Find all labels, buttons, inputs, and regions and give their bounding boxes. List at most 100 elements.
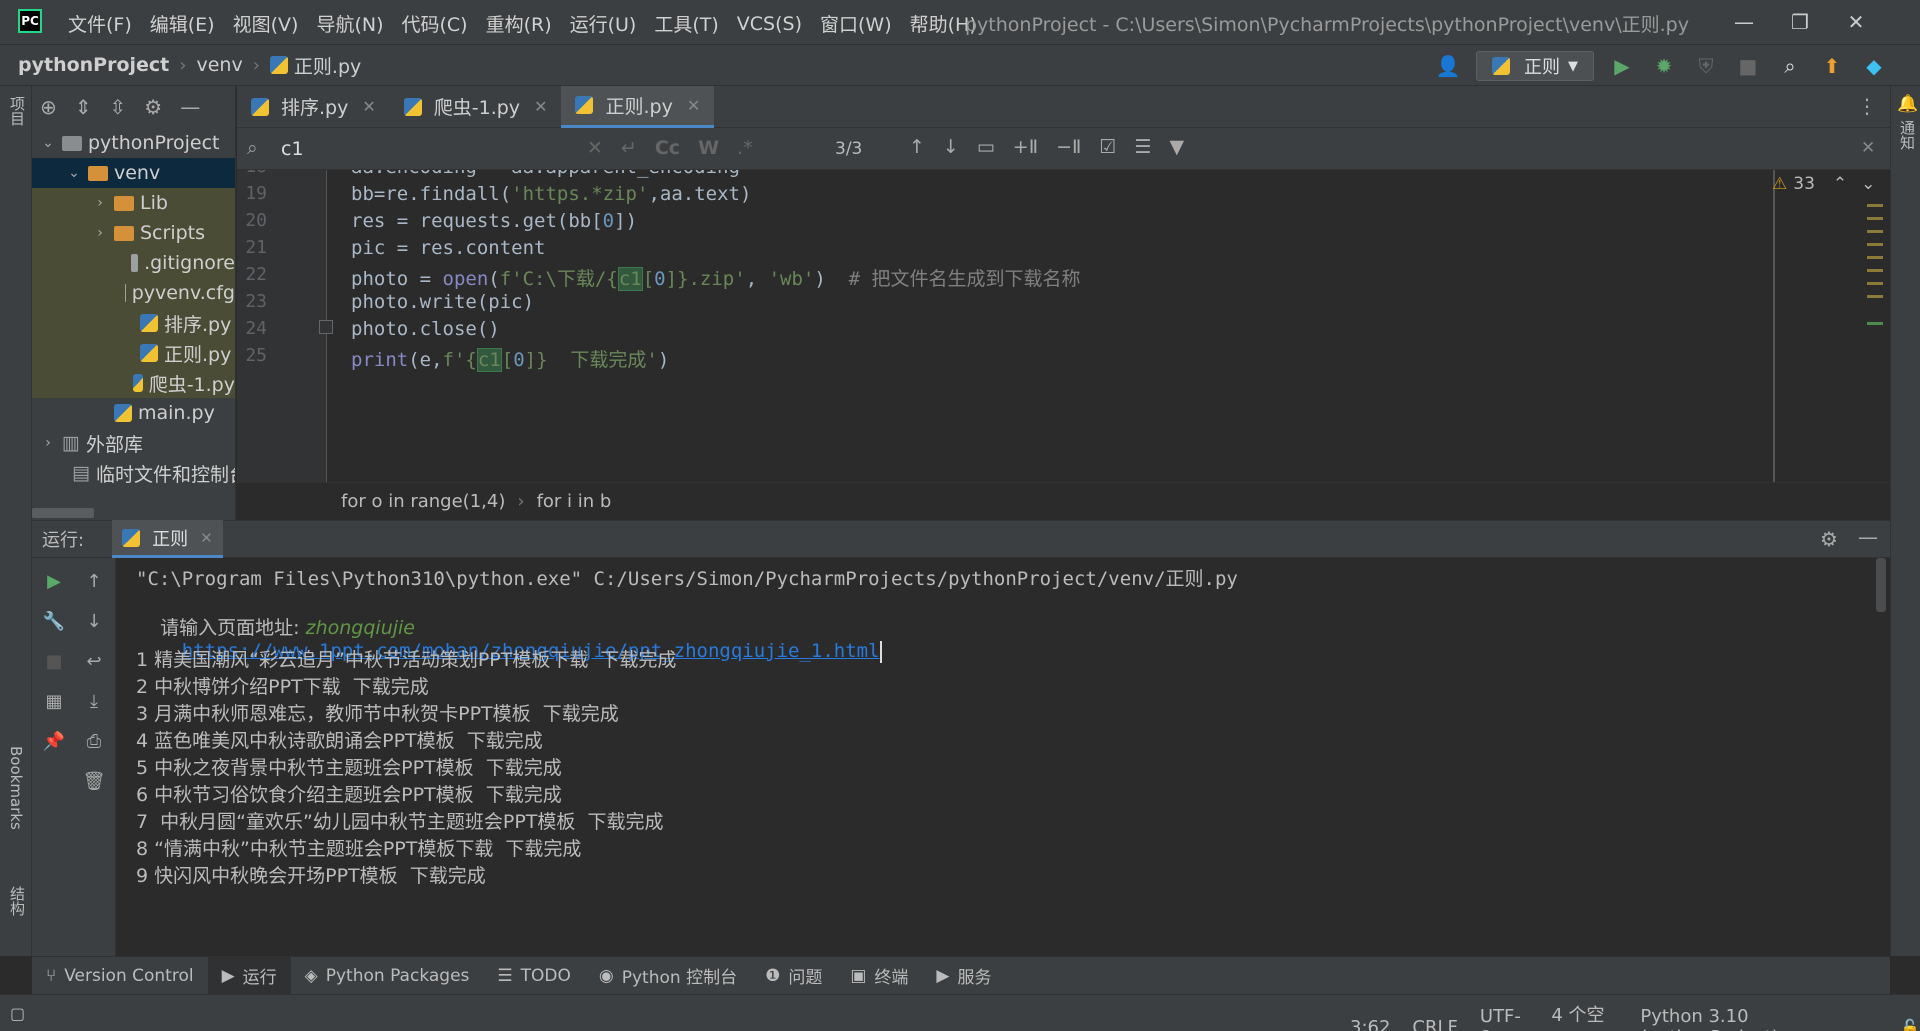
bell-icon[interactable]: 🔔 xyxy=(1897,94,1918,114)
gear-icon[interactable]: ⚙ xyxy=(1820,527,1838,551)
close-window-button[interactable]: ✕ xyxy=(1828,0,1884,44)
run-icon[interactable]: ▶ xyxy=(1608,52,1636,80)
layout-toggle-icon[interactable]: ▢ xyxy=(10,1004,25,1023)
find-input[interactable]: c1 xyxy=(281,138,304,160)
code-editor[interactable]: 18 19 20 21 22 23 24 25 aa.encoding = aa.appare… xyxy=(237,170,1890,482)
code-line[interactable]: photo.write(pic) xyxy=(351,291,534,313)
horizontal-scrollbar[interactable] xyxy=(32,506,235,520)
tree-item[interactable]: 正则.py xyxy=(32,338,235,368)
menu-code[interactable]: 代码(C) xyxy=(401,10,467,37)
soft-wrap-icon[interactable]: ↩ xyxy=(81,648,107,674)
select-all-icon[interactable]: ☑ xyxy=(1099,136,1116,158)
project-tool-button[interactable]: 项目 xyxy=(7,96,28,126)
collapse-all-icon[interactable]: ⇳ xyxy=(110,95,127,119)
chevron-down-icon[interactable]: ⌄ xyxy=(40,135,56,151)
code-line[interactable]: photo.close() xyxy=(351,318,500,340)
menu-window[interactable]: 窗口(W) xyxy=(820,10,892,37)
arrow-up-icon[interactable]: ↑ xyxy=(81,568,107,594)
tool-window-button[interactable]: ⑂ Version Control xyxy=(32,957,208,995)
lock-icon[interactable]: 🔓 xyxy=(1900,1018,1920,1031)
tree-item[interactable]: › Lib xyxy=(32,188,235,218)
line-separator[interactable]: CRLF xyxy=(1412,1017,1457,1031)
menu-run[interactable]: 运行(U) xyxy=(570,10,637,37)
tree-item[interactable]: .gitignore xyxy=(32,248,235,278)
menu-tools[interactable]: 工具(T) xyxy=(654,10,718,37)
tree-item[interactable]: main.py xyxy=(32,398,235,428)
debug-icon[interactable]: ✹ xyxy=(1650,52,1678,80)
stop-icon[interactable]: ■ xyxy=(41,648,67,674)
tool-window-button[interactable]: ◈ Python Packages xyxy=(291,957,484,995)
menu-refactor[interactable]: 重构(R) xyxy=(486,10,552,37)
indent-setting[interactable]: 4 个空格 xyxy=(1551,1001,1618,1031)
plugin-icon[interactable]: ◆ xyxy=(1860,52,1888,80)
user-icon[interactable]: 👤 xyxy=(1434,52,1462,80)
search-icon[interactable]: ⌕ xyxy=(1776,52,1804,80)
scroll-to-end-icon[interactable]: ⤓ xyxy=(81,688,107,714)
tree-item[interactable]: ⌄ venv xyxy=(32,158,235,188)
bookmarks-tool-button[interactable]: Bookmarks xyxy=(7,746,25,830)
remove-occurrence-icon[interactable]: −Ⅱ xyxy=(1056,136,1081,158)
menu-navigate[interactable]: 导航(N) xyxy=(316,10,383,37)
breadcrumb-for-o[interactable]: for o in range(1,4) xyxy=(341,491,505,512)
breadcrumb-file[interactable]: 正则.py xyxy=(294,52,361,79)
previous-occurrence-icon[interactable]: ↑ xyxy=(909,136,925,158)
add-occurrence-icon[interactable]: +Ⅱ xyxy=(1013,136,1038,158)
run-config-dropdown[interactable]: 正则 ▼ xyxy=(1476,51,1594,81)
coverage-icon[interactable]: ⛨ xyxy=(1692,52,1720,80)
chevron-right-icon[interactable]: › xyxy=(92,225,108,241)
code-line[interactable]: res = requests.get(bb[0]) xyxy=(351,210,637,232)
restore-button[interactable]: ❐ xyxy=(1772,0,1828,44)
hide-icon[interactable]: — xyxy=(1858,525,1878,549)
code-line[interactable]: aa.encoding = aa.apparent_encoding xyxy=(351,170,740,178)
tab-spider-py[interactable]: 爬虫-1.py ✕ xyxy=(390,86,562,128)
update-icon[interactable]: ⬆ xyxy=(1818,52,1846,80)
file-encoding[interactable]: UTF-8 xyxy=(1480,1006,1529,1031)
menu-view[interactable]: 视图(V) xyxy=(233,10,299,37)
python-interpreter[interactable]: Python 3.10 (pythonProject) xyxy=(1640,1006,1878,1031)
next-occurrence-icon[interactable]: ↓ xyxy=(943,136,959,158)
close-icon[interactable]: ✕ xyxy=(200,529,213,547)
tool-window-button[interactable]: ❶ 问题 xyxy=(751,957,836,995)
tree-item[interactable]: pyvenv.cfg xyxy=(32,278,235,308)
close-icon[interactable]: ✕ xyxy=(534,97,547,116)
breadcrumb-for-i[interactable]: for i in b xyxy=(537,491,612,512)
error-stripe[interactable] xyxy=(1867,200,1883,370)
menu-vcs[interactable]: VCS(S) xyxy=(737,13,802,35)
tool-window-button[interactable]: ▣ 终端 xyxy=(836,957,922,995)
layout-icon[interactable]: ▦ xyxy=(41,688,67,714)
new-line-icon[interactable]: ↵ xyxy=(621,137,637,159)
tool-window-button[interactable]: ☰ TODO xyxy=(483,957,585,995)
clear-search-icon[interactable]: ✕ xyxy=(587,137,603,159)
tree-item[interactable]: › ▥ 外部库 xyxy=(32,428,235,458)
tool-window-button[interactable]: ▶ 服务 xyxy=(922,957,1005,995)
code-line[interactable]: bb=re.findall('https.*zip',aa.text) xyxy=(351,183,751,205)
tab-sort-py[interactable]: 排序.py ✕ xyxy=(237,86,390,128)
whole-words-toggle[interactable]: W xyxy=(698,137,719,159)
chevron-right-icon[interactable]: › xyxy=(92,195,108,211)
code-line[interactable]: print(e,f'{c1[0]} 下载完成') xyxy=(351,345,669,372)
select-all-occurrences-icon[interactable]: ▭ xyxy=(977,136,995,158)
minimize-button[interactable]: — xyxy=(1716,0,1772,44)
menu-file[interactable]: 文件(F) xyxy=(68,10,132,37)
tool-window-button[interactable]: ▶ 运行 xyxy=(207,956,291,995)
caret-position[interactable]: 3:62 xyxy=(1350,1017,1390,1031)
inspection-widget[interactable]: ⚠ 33 ⌃ ⌄ xyxy=(1772,174,1875,194)
search-icon[interactable]: ⌕ xyxy=(247,137,258,159)
tool-window-button[interactable]: ◉ Python 控制台 xyxy=(585,957,751,995)
chevron-down-icon[interactable]: ⌄ xyxy=(1861,174,1875,194)
code-line[interactable]: pic = res.content xyxy=(351,237,545,259)
stop-icon[interactable]: ■ xyxy=(1734,52,1762,80)
chevron-down-icon[interactable]: ⌄ xyxy=(66,165,82,181)
arrow-down-icon[interactable]: ↓ xyxy=(81,608,107,634)
console-scrollbar[interactable] xyxy=(1876,558,1888,956)
chevron-right-icon[interactable]: › xyxy=(40,435,56,451)
close-icon[interactable]: ✕ xyxy=(687,96,700,115)
tree-item[interactable]: 排序.py xyxy=(32,308,235,338)
filter-icon[interactable]: ▼ xyxy=(1169,136,1184,158)
close-icon[interactable]: ✕ xyxy=(362,97,375,116)
tree-item[interactable]: 爬虫-1.py xyxy=(32,368,235,398)
more-tabs-icon[interactable]: ⋮ xyxy=(1857,94,1877,118)
tree-item[interactable]: ▤ 临时文件和控制台 xyxy=(32,458,235,488)
run-tab-regex[interactable]: 正则 ✕ xyxy=(112,520,223,558)
match-case-toggle[interactable]: Cc xyxy=(655,137,680,159)
